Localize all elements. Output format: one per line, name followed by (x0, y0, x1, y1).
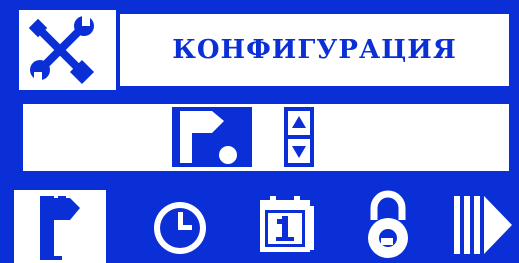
header-title-box: КОНФИГУРАЦИЯ (116, 10, 513, 90)
scroll-right-arrow-icon (454, 196, 512, 254)
tools-icon (22, 14, 102, 86)
menu-item-scroll-right[interactable] (450, 192, 516, 258)
flag-icon (40, 196, 80, 260)
clock-icon (154, 202, 206, 254)
page-title: КОНФИГУРАЦИЯ (172, 35, 457, 65)
value-field[interactable] (19, 100, 513, 175)
flag-icon (180, 111, 237, 164)
menu-item-calendar[interactable] (254, 192, 320, 258)
frame-top-bar (0, 0, 519, 10)
menu-item-padlock[interactable] (360, 190, 416, 260)
padlock-icon (368, 190, 408, 258)
calendar-icon (260, 196, 314, 252)
selected-value[interactable] (172, 107, 252, 167)
frame-mid-bar (0, 90, 519, 100)
up-down-spinner-icon[interactable] (284, 107, 314, 167)
frame-right-bar (513, 0, 519, 190)
menu-item-clock[interactable] (148, 194, 212, 258)
menu-item-flag[interactable] (14, 190, 106, 263)
